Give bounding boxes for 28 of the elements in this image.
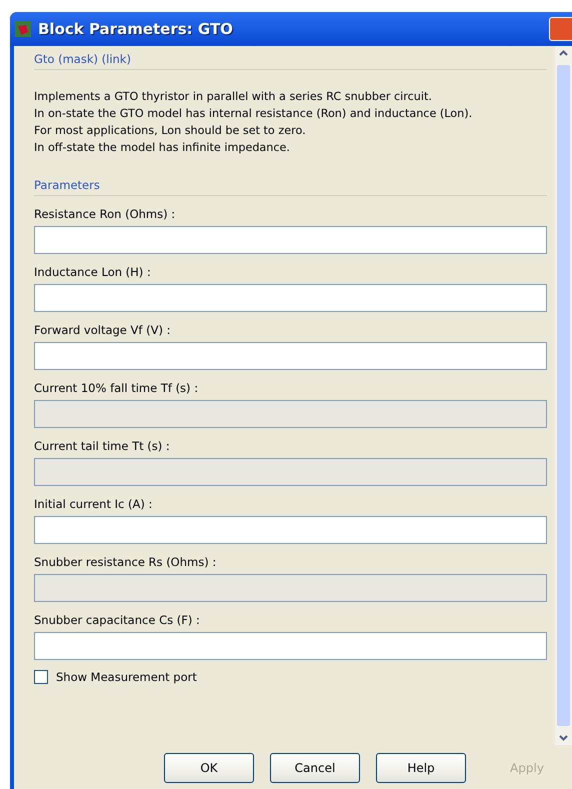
description-text: For most applications, Lon should be set to zero.	[34, 123, 307, 139]
dialog-button[interactable]: Help	[376, 753, 466, 783]
field-label: Snubber capacitance Cs (F) :	[34, 613, 201, 627]
close-button[interactable]	[549, 17, 572, 41]
input-field[interactable]	[34, 632, 547, 660]
field-label: Current 10% fall time Tf (s) :	[34, 381, 200, 395]
field-label: Inductance Lon (H) :	[34, 265, 152, 279]
field-label: Current tail time Tt (s) :	[34, 439, 171, 453]
field-label: Initial current Ic (A) :	[34, 497, 154, 511]
input-field[interactable]	[34, 284, 547, 312]
checkbox[interactable]	[34, 670, 48, 684]
mask-title: Gto (mask) (link)	[34, 52, 547, 70]
dialog-button[interactable]: Cancel	[270, 753, 360, 783]
field-label: Forward voltage Vf (V) :	[34, 323, 172, 337]
checkbox-label: Show Measurement port	[56, 670, 197, 684]
field-label: Resistance Ron (Ohms) :	[34, 207, 176, 221]
description-text: In off-state the model has infinite impedance.	[34, 140, 291, 156]
section-title: Parameters	[34, 178, 547, 196]
field-label: Snubber resistance Rs (Ohms) :	[34, 555, 218, 569]
description-text: Implements a GTO thyristor in parallel with a series RC snubber circuit.	[34, 89, 433, 105]
scrollbar[interactable]	[555, 46, 572, 745]
input-field[interactable]	[34, 342, 547, 370]
input-field[interactable]	[34, 516, 547, 544]
description-text: In on-state the GTO model has internal resistance (Ron) and inductance (Lon).	[34, 106, 474, 122]
app-icon	[14, 20, 32, 38]
window-title: Block Parameters: GTO	[38, 20, 234, 38]
dialog-button[interactable]: OK	[164, 753, 254, 783]
input-field[interactable]	[34, 226, 547, 254]
